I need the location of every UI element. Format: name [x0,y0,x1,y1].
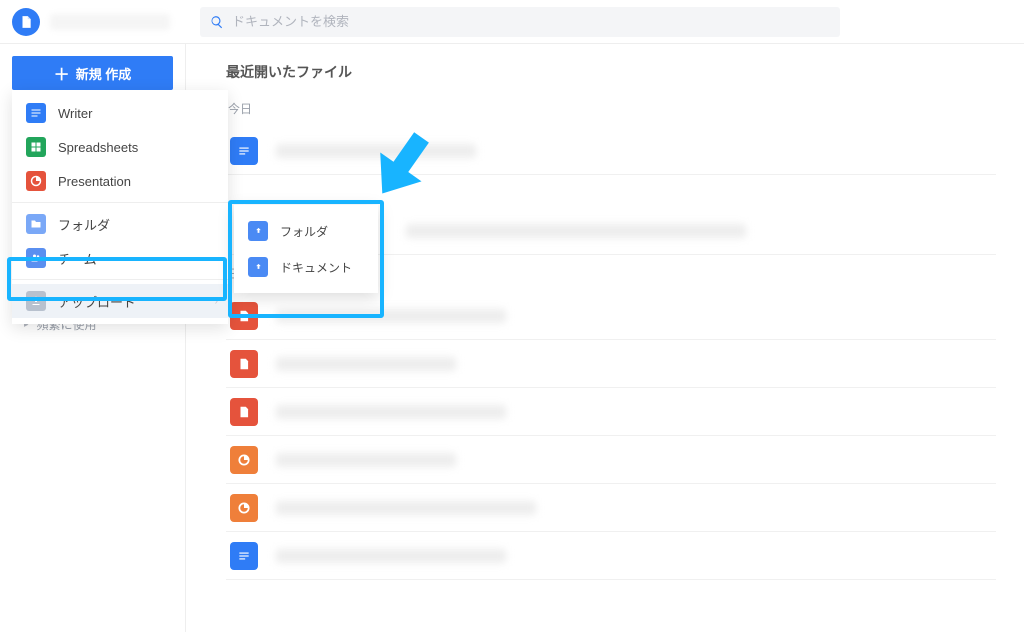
menu-item-presentation[interactable]: Presentation [12,164,228,198]
doc-icon [230,137,258,165]
folder-icon [26,214,46,234]
search-icon [210,15,224,29]
file-name-redacted [276,549,506,563]
file-row[interactable] [226,292,996,340]
file-name-redacted [276,309,506,323]
group-today: 今日 [228,100,996,117]
presentation-file-icon [230,446,258,474]
pdf-icon [230,302,258,330]
chevron-right-icon: › [215,296,218,307]
writer-icon [26,103,46,123]
menu-upload-label: アップロード [58,292,136,311]
menu-team-label: チーム [58,249,97,268]
team-icon [26,248,46,268]
spreadsheet-icon [26,137,46,157]
create-menu: Writer Spreadsheets Presentation フォルダ チー… [12,90,228,324]
file-row[interactable] [226,436,996,484]
submenu-item-document[interactable]: ドキュメント [234,249,378,285]
search-box[interactable] [200,7,840,37]
upload-icon [26,291,46,311]
doc-icon [230,542,258,570]
main-content: 最近開いたファイル 今日 日前 [186,44,1024,632]
upload-folder-icon [248,221,268,241]
menu-item-team[interactable]: チーム [12,241,228,275]
file-row[interactable] [226,484,996,532]
file-list: 日前 [226,127,996,580]
file-row[interactable] [226,340,996,388]
menu-presentation-label: Presentation [58,174,131,189]
presentation-file-icon [230,494,258,522]
file-name-redacted [276,405,506,419]
pdf-icon [230,398,258,426]
pdf-icon [230,350,258,378]
menu-item-spreadsheets[interactable]: Spreadsheets [12,130,228,164]
submenu-item-folder[interactable]: フォルダ [234,213,378,249]
menu-item-upload[interactable]: アップロード › [12,284,228,318]
file-name-redacted [406,224,746,238]
file-row[interactable] [226,532,996,580]
menu-spreadsheets-label: Spreadsheets [58,140,138,155]
file-name-redacted [276,453,456,467]
menu-writer-label: Writer [58,106,92,121]
menu-separator [12,202,228,203]
file-name-redacted [276,501,536,515]
new-create-button[interactable]: ＋ 新規 作成 [12,56,173,90]
plus-icon: ＋ [54,61,70,85]
document-icon [19,15,33,29]
menu-item-folder[interactable]: フォルダ [12,207,228,241]
group-gap [226,175,996,207]
app-name-redacted [50,14,170,30]
file-name-redacted [276,357,456,371]
presentation-icon [26,171,46,191]
file-name-redacted [276,144,476,158]
submenu-document-label: ドキュメント [280,259,352,276]
top-bar [0,0,1024,44]
menu-item-writer[interactable]: Writer [12,96,228,130]
file-row[interactable] [226,127,996,175]
upload-submenu: フォルダ ドキュメント [234,205,378,293]
upload-document-icon [248,257,268,277]
page-title: 最近開いたファイル [226,62,996,82]
file-row[interactable] [226,388,996,436]
search-input[interactable] [232,14,830,29]
sidebar: ＋ 新規 作成 Writer Spreadsheets Presentation… [0,44,186,632]
new-create-label: 新規 作成 [76,64,132,83]
menu-separator [12,279,228,280]
menu-folder-label: フォルダ [58,215,110,234]
app-logo[interactable] [12,8,40,36]
submenu-folder-label: フォルダ [280,223,328,240]
